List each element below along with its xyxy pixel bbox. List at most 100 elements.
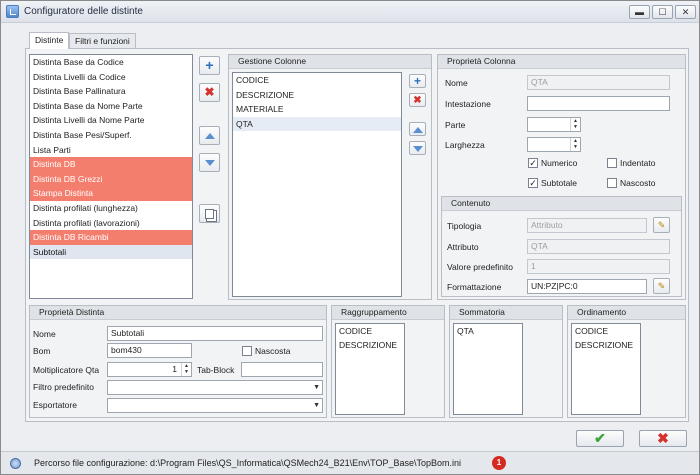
- list-item[interactable]: Distinta Base Pallinatura: [30, 84, 192, 99]
- list-item[interactable]: Lista Parti: [30, 143, 192, 158]
- tab-page-distinte: Distinta Base da Codice Distinta Livelli…: [25, 48, 689, 422]
- nome-distinta-field[interactable]: Subtotali: [107, 326, 323, 341]
- list-item[interactable]: Distinta Base da Nome Parte: [30, 99, 192, 114]
- list-item[interactable]: Distinta Base Pesi/Superf.: [30, 128, 192, 143]
- subtotale-checkbox[interactable]: ✓: [528, 178, 538, 188]
- list-item[interactable]: DESCRIZIONE: [336, 338, 404, 352]
- larghezza-stepper[interactable]: ▲ ▼: [527, 137, 581, 152]
- sommatoria-group: Sommatoria QTA: [449, 305, 563, 418]
- status-bar: Percorso file configurazione: d:\Program…: [1, 451, 699, 474]
- edit-formattazione-button[interactable]: ✎: [653, 278, 670, 294]
- list-item[interactable]: DESCRIZIONE: [572, 338, 640, 352]
- list-item[interactable]: DESCRIZIONE: [233, 88, 401, 103]
- plus-icon: +: [413, 74, 421, 88]
- minimize-button[interactable]: ▬: [629, 5, 650, 19]
- notification-badge[interactable]: 1: [492, 456, 506, 470]
- tipologia-label: Tipologia: [447, 221, 482, 231]
- edit-tipologia-button[interactable]: ✎: [653, 217, 670, 233]
- intestazione-field[interactable]: [527, 96, 670, 111]
- columns-list[interactable]: CODICE DESCRIZIONE MATERIALE QTA: [232, 72, 402, 297]
- ordinamento-list[interactable]: CODICE DESCRIZIONE: [571, 323, 641, 415]
- valore-predefinito-field: 1: [527, 259, 670, 274]
- list-item[interactable]: Distinta Livelli da Codice: [30, 70, 192, 85]
- list-item[interactable]: CODICE: [233, 73, 401, 88]
- close-button[interactable]: ✕: [675, 5, 696, 19]
- copy-distinta-button[interactable]: [199, 204, 220, 223]
- list-item[interactable]: CODICE: [572, 324, 640, 338]
- nascosto-checkbox[interactable]: [607, 178, 617, 188]
- list-item[interactable]: Stampa Distinta: [30, 186, 192, 201]
- esportatore-dropdown[interactable]: ▼: [107, 398, 323, 413]
- window-title: Configuratore delle distinte: [24, 6, 143, 17]
- list-item[interactable]: Distinta Base da Codice: [30, 55, 192, 70]
- config-path-text: Percorso file configurazione: d:\Program…: [34, 458, 462, 468]
- tab-filtri-funzioni[interactable]: Filtri e funzioni: [69, 33, 136, 49]
- pencil-icon: ✎: [657, 281, 666, 291]
- arrow-down-icon: [412, 145, 423, 152]
- distinte-list[interactable]: Distinta Base da Codice Distinta Livelli…: [29, 54, 193, 299]
- list-item[interactable]: CODICE: [336, 324, 404, 338]
- add-column-button[interactable]: +: [409, 74, 426, 88]
- moltiplicatore-stepper[interactable]: 1 ▲ ▼: [107, 362, 192, 377]
- list-item[interactable]: Distinta DB Grezzi: [30, 171, 192, 187]
- title-bar: Configuratore delle distinte ▬ ☐ ✕: [1, 1, 699, 23]
- list-item[interactable]: Distinta profilati (lavorazioni): [30, 216, 192, 231]
- arrow-up-icon: [204, 132, 215, 139]
- ordinamento-title: Ordinamento: [568, 306, 685, 320]
- list-item[interactable]: Distinta DB Ricambi: [30, 230, 192, 245]
- delete-icon: ✖: [204, 85, 215, 99]
- nascosto-label: Nascosto: [620, 178, 656, 188]
- moltiplicatore-label: Moltiplicatore Qta: [33, 365, 100, 375]
- tipologia-field: Attributo: [527, 218, 647, 233]
- sommatoria-list[interactable]: QTA: [453, 323, 523, 415]
- contenuto-title: Contenuto: [442, 197, 681, 211]
- list-item[interactable]: MATERIALE: [233, 102, 401, 117]
- move-up-distinta-button[interactable]: [199, 126, 220, 145]
- spin-arrows-icon[interactable]: ▲ ▼: [570, 138, 580, 151]
- list-item[interactable]: QTA: [454, 324, 522, 338]
- gestione-colonne-title: Gestione Colonne: [229, 55, 431, 69]
- tab-block-label: Tab-Block: [197, 365, 235, 375]
- cancel-button[interactable]: ✖: [639, 430, 687, 447]
- tab-block-field[interactable]: [241, 362, 323, 377]
- list-item[interactable]: Distinta profilati (lunghezza): [30, 201, 192, 216]
- spin-arrows-icon[interactable]: ▲ ▼: [181, 363, 191, 376]
- list-item[interactable]: Distinta Livelli da Nome Parte: [30, 113, 192, 128]
- indentato-checkbox[interactable]: [607, 158, 617, 168]
- attributo-label: Attributo: [447, 242, 479, 252]
- ok-button[interactable]: ✔: [576, 430, 624, 447]
- indentato-label: Indentato: [620, 158, 656, 168]
- formattazione-field[interactable]: UN:PZ|PC:0: [527, 279, 647, 294]
- gestione-colonne-group: Gestione Colonne CODICE DESCRIZIONE MATE…: [228, 54, 432, 300]
- moltiplicatore-value: 1: [172, 364, 177, 374]
- move-down-column-button[interactable]: [409, 141, 426, 155]
- bom-field[interactable]: bom430: [107, 343, 192, 358]
- copy-icon: [205, 208, 214, 219]
- delete-column-button[interactable]: ✖: [409, 93, 426, 107]
- list-item[interactable]: Distinta DB: [30, 157, 192, 172]
- add-distinta-button[interactable]: +: [199, 56, 220, 75]
- tab-distinte[interactable]: Distinte: [29, 32, 70, 49]
- raggruppamento-title: Raggruppamento: [332, 306, 444, 320]
- nome-field: QTA: [527, 75, 670, 90]
- filtro-predefinito-dropdown[interactable]: ▼: [107, 380, 323, 395]
- app-icon: [6, 5, 19, 18]
- numerico-label: Numerico: [541, 158, 578, 168]
- list-item-selected[interactable]: QTA: [233, 116, 401, 132]
- nome-distinta-label: Nome: [33, 329, 56, 339]
- list-item-selected[interactable]: Subtotali: [30, 244, 192, 260]
- formattazione-label: Formattazione: [447, 282, 502, 292]
- parte-stepper[interactable]: ▲ ▼: [527, 117, 581, 132]
- esportatore-label: Esportatore: [33, 400, 77, 410]
- numerico-checkbox[interactable]: ✓: [528, 158, 538, 168]
- larghezza-label: Larghezza: [445, 140, 485, 150]
- delete-distinta-button[interactable]: ✖: [199, 83, 220, 102]
- move-down-distinta-button[interactable]: [199, 153, 220, 172]
- maximize-button[interactable]: ☐: [652, 5, 673, 19]
- proprieta-colonna-title: Proprietà Colonna: [438, 55, 685, 69]
- move-up-column-button[interactable]: [409, 122, 426, 136]
- raggruppamento-list[interactable]: CODICE DESCRIZIONE: [335, 323, 405, 415]
- checkmark-icon: ✔: [594, 430, 606, 446]
- spin-arrows-icon[interactable]: ▲ ▼: [570, 118, 580, 131]
- nascosta-checkbox[interactable]: [242, 346, 252, 356]
